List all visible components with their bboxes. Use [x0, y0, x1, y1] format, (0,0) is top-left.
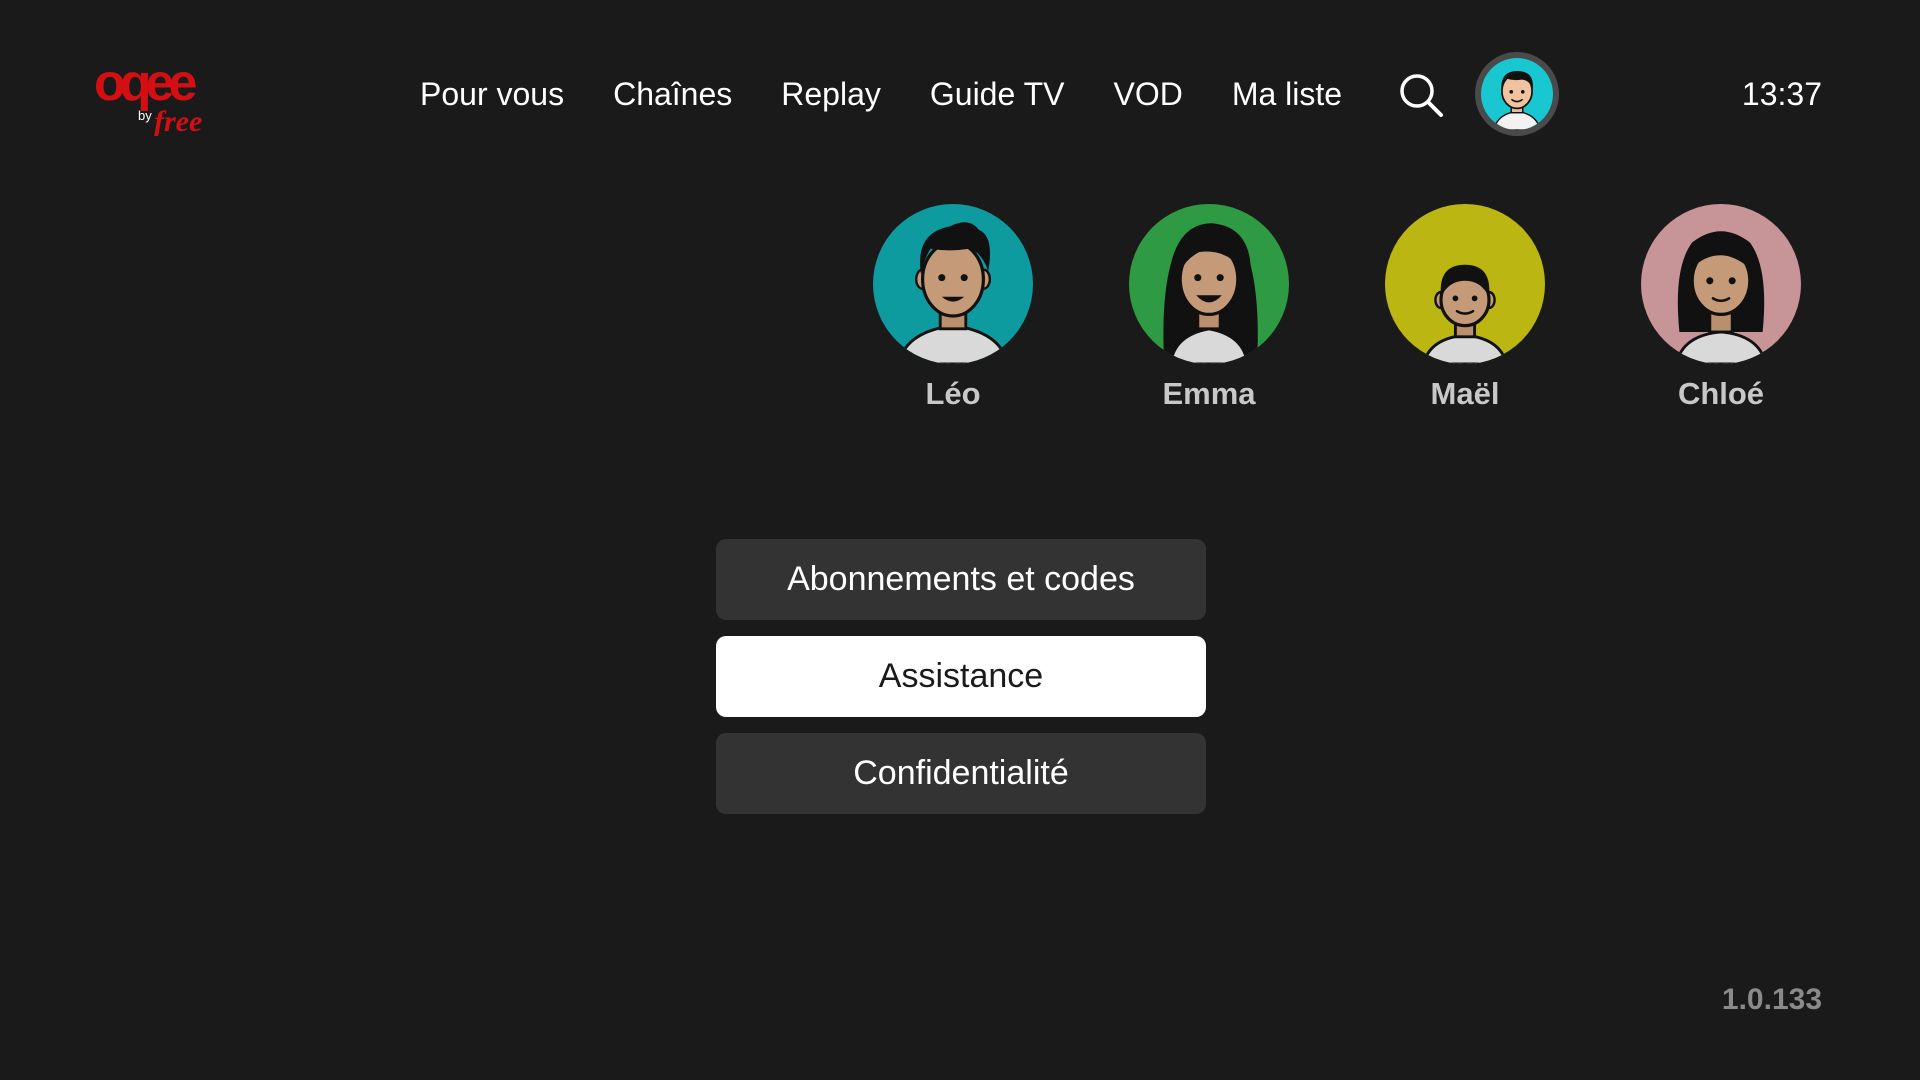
nav-item-chaines[interactable]: Chaînes	[613, 70, 732, 118]
nav-item-vod[interactable]: VOD	[1113, 70, 1182, 118]
logo-free: free	[154, 105, 202, 136]
nav-item-replay[interactable]: Replay	[781, 70, 881, 118]
nav-item-guide-tv[interactable]: Guide TV	[930, 70, 1065, 118]
oqee-logo: oqee by free	[94, 56, 230, 136]
clock: 13:37	[1741, 76, 1822, 112]
search-icon	[1400, 74, 1443, 117]
profile-name: Chloé	[1677, 376, 1765, 411]
subscriptions-codes-button[interactable]: Abonnements et codes	[716, 539, 1206, 620]
profile-leo[interactable]: Léo	[873, 204, 1033, 414]
assistance-button[interactable]: Assistance	[716, 636, 1206, 717]
profile-mael[interactable]: Maël	[1385, 204, 1545, 414]
profile-name: Emma	[1162, 376, 1256, 411]
app-version: 1.0.133	[1721, 983, 1822, 1016]
main-nav: Pour vous Chaînes Replay Guide TV VOD Ma…	[420, 70, 1342, 118]
profile-name: Maël	[1430, 376, 1500, 411]
profiles-row: Léo Emma Maël Chloé	[873, 204, 1801, 414]
settings-menu: Abonnements et codes Assistance Confiden…	[716, 539, 1206, 830]
profile-avatar-emma-icon	[1129, 204, 1289, 364]
search-button[interactable]	[1398, 72, 1444, 118]
logo-by: by	[138, 108, 152, 123]
profile-emma[interactable]: Emma	[1129, 204, 1289, 414]
settings-screen: oqee by free Pour vous Chaînes Replay Gu…	[0, 0, 1920, 1080]
current-profile-avatar[interactable]	[1475, 52, 1559, 136]
profile-avatar-leo-icon	[873, 204, 1033, 364]
logo-wordmark-oq: oqee	[94, 56, 196, 112]
profile-avatar-mael-icon	[1385, 204, 1545, 364]
nav-item-ma-liste[interactable]: Ma liste	[1232, 70, 1342, 118]
privacy-button[interactable]: Confidentialité	[716, 733, 1206, 814]
nav-item-pour-vous[interactable]: Pour vous	[420, 70, 564, 118]
profile-avatar-icon	[1481, 58, 1553, 130]
profile-chloe[interactable]: Chloé	[1641, 204, 1801, 414]
profile-name: Léo	[925, 376, 981, 411]
profile-avatar-chloe-icon	[1641, 204, 1801, 364]
